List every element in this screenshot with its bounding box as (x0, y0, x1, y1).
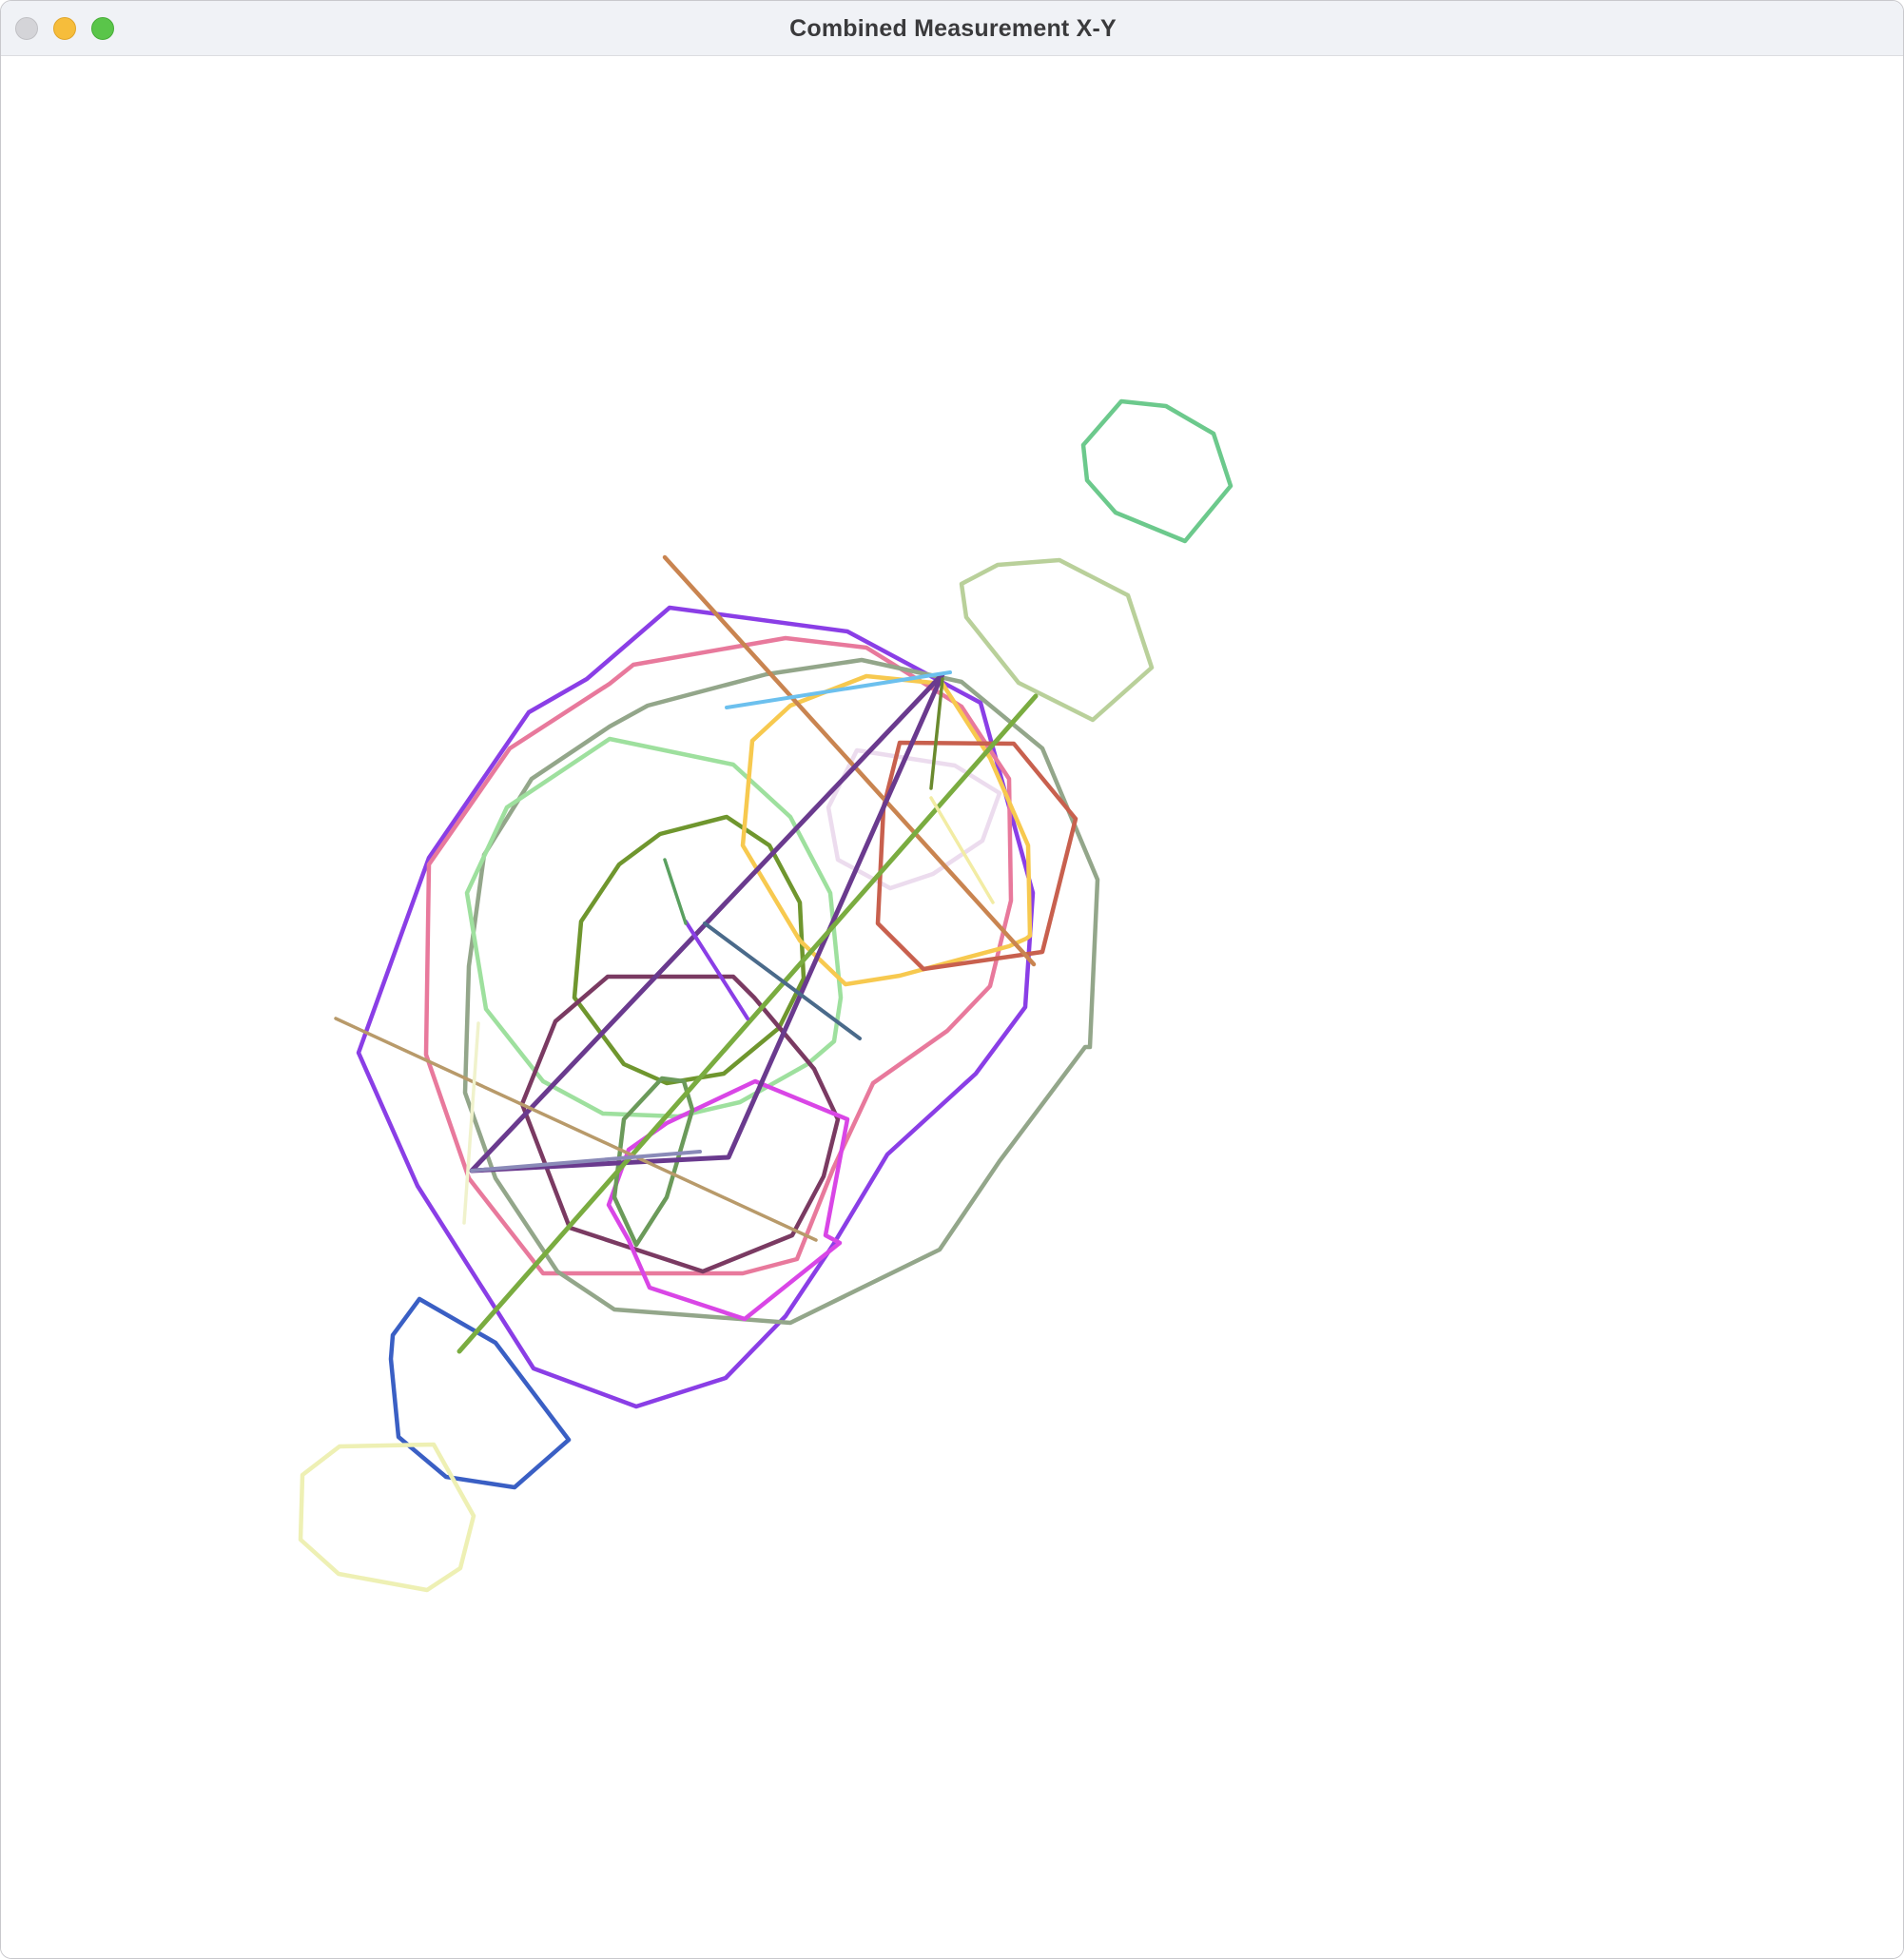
violet-short-line (684, 920, 749, 1020)
dark-purple-triangle (469, 671, 945, 1173)
teal-green-polygon (1080, 398, 1234, 544)
purple-polygon (356, 605, 1036, 1409)
window-title: Combined Measurement X-Y (789, 15, 1117, 42)
title-bar[interactable]: Combined Measurement X-Y (1, 1, 1903, 56)
tan-line (334, 1017, 818, 1242)
drawing-canvas[interactable] (1, 56, 1903, 1958)
light-green-polygon (464, 736, 844, 1119)
shapes-svg (298, 398, 1234, 1593)
pale-yellow-polygon (298, 1442, 476, 1593)
sage-polygon (959, 557, 1155, 723)
green-short-line (663, 858, 688, 925)
app-window: Combined Measurement X-Y (0, 0, 1904, 1959)
